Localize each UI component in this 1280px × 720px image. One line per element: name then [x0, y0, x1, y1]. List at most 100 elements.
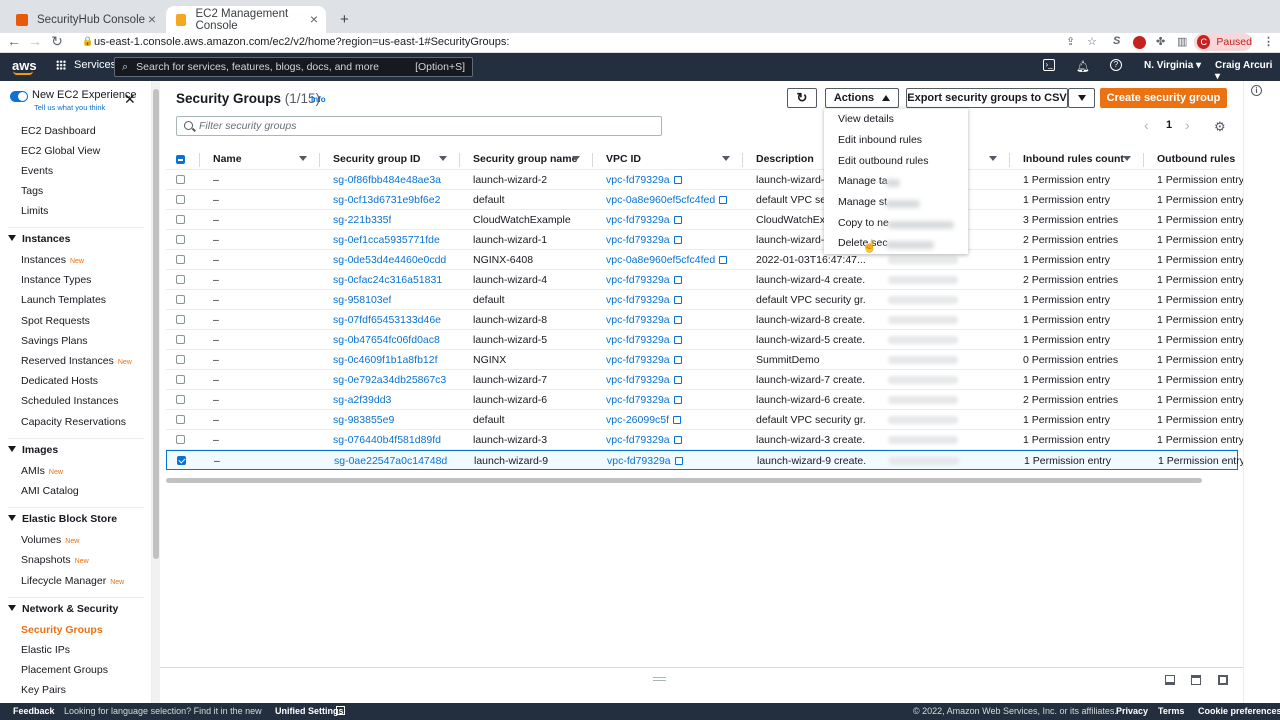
column-separator[interactable]	[742, 153, 743, 167]
table-horizontal-scrollbar[interactable]	[166, 478, 1202, 483]
cell-security-group-id[interactable]: sg-0de53d4e4460e0cdd	[333, 254, 446, 266]
cell-security-group-id[interactable]: sg-0e792a34db25867c3	[333, 374, 446, 386]
sidebar-item-dedicated-hosts[interactable]: Dedicated Hosts	[21, 375, 98, 387]
cell-security-group-id[interactable]: sg-221b335f	[333, 214, 391, 226]
row-checkbox[interactable]	[176, 295, 185, 304]
info-link[interactable]: Info	[311, 95, 326, 104]
column-separator[interactable]	[459, 153, 460, 167]
cell-security-group-id[interactable]: sg-0b47654fc06fd0ac8	[333, 334, 440, 346]
cell-vpc-id[interactable]: vpc-fd79329a	[606, 334, 682, 346]
sidebar-item-elastic-ips[interactable]: Elastic IPs	[21, 644, 70, 656]
external-link-icon[interactable]	[673, 316, 682, 324]
table-row[interactable]: – sg-0c4609f1b1a8fb12f NGINX vpc-fd79329a Su…	[166, 350, 1244, 370]
export-csv-button[interactable]: Export security groups to CSV	[906, 88, 1068, 108]
table-row[interactable]: – sg-0e792a34db25867c3 launch-wizard-7 vpc-…	[166, 370, 1244, 390]
feedback-link[interactable]: Feedback	[13, 706, 55, 716]
cell-vpc-id[interactable]: vpc-fd79329a	[606, 314, 682, 326]
unified-settings-link[interactable]: Unified Settings	[275, 706, 344, 716]
create-security-group-button[interactable]: Create security group	[1100, 88, 1227, 108]
tell-us-link[interactable]: Tell us what you think	[34, 103, 105, 112]
sort-caret-icon[interactable]	[722, 156, 730, 161]
row-checkbox[interactable]	[176, 235, 185, 244]
external-link-icon[interactable]	[673, 356, 682, 364]
row-checkbox[interactable]	[176, 175, 185, 184]
menu-item-copy[interactable]: Copy to ne	[838, 217, 889, 229]
sidebar-item-capacity-reservations[interactable]: Capacity Reservations	[21, 416, 126, 428]
back-icon[interactable]: ←	[6, 33, 22, 49]
cell-vpc-id[interactable]: vpc-fd79329a	[606, 434, 682, 446]
browser-tab-ec2[interactable]: EC2 Management Console ×	[166, 6, 326, 33]
row-checkbox[interactable]	[176, 255, 185, 264]
lock-icon[interactable]: 🔒	[80, 33, 96, 49]
column-header-name[interactable]: Name	[213, 153, 242, 165]
browser-tab-securityhub[interactable]: SecurityHub Console ×	[6, 6, 164, 33]
sort-caret-icon[interactable]	[1123, 156, 1131, 161]
sidebar-item-scheduled-instances[interactable]: Scheduled Instances	[21, 395, 118, 407]
cell-security-group-id[interactable]: sg-0cf13d6731e9bf6e2	[333, 194, 440, 206]
new-tab-button[interactable]: +	[330, 6, 359, 33]
sidebar-item-ami-catalog[interactable]: AMI Catalog	[21, 485, 79, 497]
menu-item-edit-inbound[interactable]: Edit inbound rules	[838, 134, 922, 146]
scrollbar-thumb[interactable]	[153, 89, 159, 559]
column-separator[interactable]	[319, 153, 320, 167]
row-checkbox[interactable]	[176, 215, 185, 224]
sidebar-item-limits[interactable]: Limits	[21, 205, 48, 217]
cell-vpc-id[interactable]: vpc-0a8e960ef5cfc4fed	[606, 254, 728, 266]
privacy-link[interactable]: Privacy	[1116, 706, 1148, 716]
sidebar-item-instance-types[interactable]: Instance Types	[21, 274, 91, 286]
split-hide-icon[interactable]	[1218, 675, 1228, 685]
refresh-button[interactable]: ↻	[787, 88, 817, 108]
cell-vpc-id[interactable]: vpc-fd79329a	[606, 174, 682, 186]
external-link-icon[interactable]	[673, 376, 682, 384]
table-row[interactable]: – sg-221b335f CloudWatchExample vpc-fd79329…	[166, 210, 1244, 230]
row-checkbox[interactable]	[176, 195, 185, 204]
sidebar-section-instances[interactable]: Instances	[8, 233, 70, 245]
external-link-icon[interactable]	[719, 256, 728, 264]
bell-icon[interactable]: 🔔︎	[1076, 60, 1090, 73]
page-number[interactable]: 1	[1166, 119, 1172, 131]
menu-item-edit-outbound[interactable]: Edit outbound rules	[838, 155, 928, 167]
table-row[interactable]: – sg-0ae22547a0c14748d launch-wizard-9 vpc-…	[166, 450, 1245, 470]
external-link-icon[interactable]	[673, 236, 682, 244]
cell-security-group-id[interactable]: sg-07fdf65453133d46e	[333, 314, 441, 326]
sidebar-scrollbar[interactable]	[152, 81, 160, 703]
share-icon[interactable]: ⇪	[1066, 35, 1075, 48]
cell-vpc-id[interactable]: vpc-26099c5f	[606, 414, 682, 426]
services-menu-button[interactable]: Services	[56, 59, 116, 71]
cell-vpc-id[interactable]: vpc-fd79329a	[606, 274, 682, 286]
table-row[interactable]: – sg-0ef1cca5935771fde launch-wizard-1 vpc-…	[166, 230, 1244, 250]
drag-handle-icon[interactable]	[653, 677, 666, 681]
aws-logo[interactable]: aws	[12, 58, 37, 75]
cloudshell-icon[interactable]: ›_	[1043, 59, 1055, 71]
new-experience-toggle[interactable]	[10, 91, 28, 102]
extension-abp-icon[interactable]	[1133, 36, 1146, 49]
external-link-icon[interactable]	[673, 336, 682, 344]
sidebar-item-reserved-instances[interactable]: Reserved Instances New	[21, 355, 132, 367]
reload-icon[interactable]: ↻	[49, 33, 65, 49]
column-header-description[interactable]: Description	[756, 153, 814, 165]
external-link-icon[interactable]	[673, 296, 682, 304]
menu-item-manage-tags[interactable]: Manage ta	[838, 175, 888, 187]
sidebar-item-instances[interactable]: Instances New	[21, 254, 84, 266]
table-row[interactable]: – sg-958103ef default vpc-fd79329a default V…	[166, 290, 1244, 310]
table-row[interactable]: – sg-0f86fbb484e48ae3a launch-wizard-2 vpc-…	[166, 170, 1244, 190]
browser-menu-icon[interactable]: ⋮	[1263, 35, 1274, 48]
sidebar-item-savings-plans[interactable]: Savings Plans	[21, 335, 88, 347]
region-selector[interactable]: N. Virginia ▾	[1144, 60, 1201, 71]
cell-security-group-id[interactable]: sg-958103ef	[333, 294, 391, 306]
column-separator[interactable]	[1009, 153, 1010, 167]
close-tab-icon[interactable]: ×	[148, 11, 156, 27]
sidebar-item-launch-templates[interactable]: Launch Templates	[21, 294, 106, 306]
row-checkbox[interactable]	[176, 435, 185, 444]
close-tab-icon[interactable]: ×	[310, 11, 318, 27]
sidebar-item-key-pairs[interactable]: Key Pairs	[21, 684, 66, 696]
menu-item-view-details[interactable]: View details	[838, 113, 894, 125]
sidebar-section-images[interactable]: Images	[8, 444, 58, 456]
account-menu[interactable]: Craig Arcuri ▾	[1215, 60, 1280, 82]
table-row[interactable]: – sg-0cfac24c316a51831 launch-wizard-4 vpc-…	[166, 270, 1244, 290]
sort-caret-icon[interactable]	[989, 156, 997, 161]
sidebar-item-snapshots[interactable]: Snapshots New	[21, 554, 89, 566]
sidebar-item-amis[interactable]: AMIs New	[21, 465, 63, 477]
external-link-icon[interactable]	[673, 176, 682, 184]
split-side-icon[interactable]	[1191, 675, 1201, 685]
